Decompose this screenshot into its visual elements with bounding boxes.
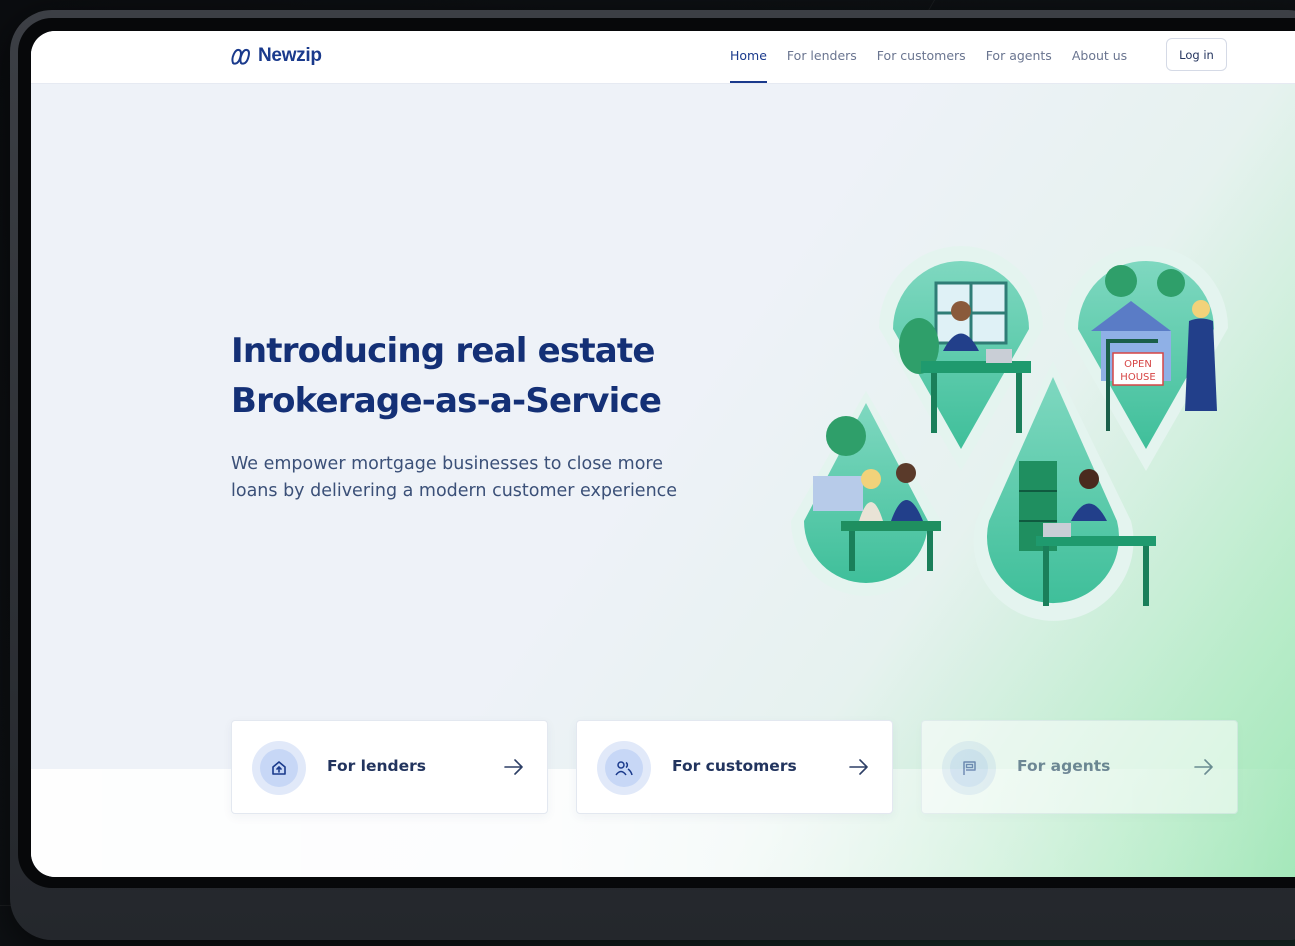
open-house-sign-line2: HOUSE: [1120, 372, 1155, 383]
hero-title-line2: Brokerage-as-a-Service: [231, 381, 662, 421]
card-label: For agents: [1017, 757, 1111, 775]
arrow-right-icon: [1194, 759, 1213, 775]
card-icon-wrapper: [252, 741, 306, 795]
newzip-logo-icon: [231, 48, 250, 65]
browser-screen: Newzip Home For lenders For customers Fo…: [31, 31, 1295, 877]
top-navbar: Newzip Home For lenders For customers Fo…: [31, 31, 1295, 83]
card-label: For customers: [672, 757, 797, 775]
nav-for-agents[interactable]: For agents: [986, 31, 1052, 83]
hero-subtitle: We empower mortgage businesses to close …: [231, 454, 678, 501]
house-upload-icon: [272, 761, 286, 775]
card-icon-wrapper: [942, 741, 996, 795]
logo[interactable]: Newzip: [230, 45, 322, 67]
card-for-agents[interactable]: For agents: [921, 720, 1238, 814]
card-icon-wrapper: [597, 741, 651, 795]
sign-icon: [963, 761, 976, 775]
card-for-customers[interactable]: For customers: [576, 720, 893, 814]
open-house-sign-line1: OPEN: [1124, 359, 1152, 370]
card-for-lenders[interactable]: For lenders: [231, 720, 548, 814]
nav-home[interactable]: Home: [730, 31, 767, 83]
card-label: For lenders: [327, 757, 426, 775]
arrow-right-icon: [504, 759, 523, 775]
nav-links: Home For lenders For customers For agent…: [730, 31, 1147, 83]
arrow-right-icon: [849, 759, 868, 775]
hero-illustration: OPEN HOUSE: [791, 246, 1228, 621]
hero-title: Introducing real estate Brokerage-as-a-S…: [231, 326, 751, 426]
hero-title-line1: Introducing real estate: [231, 331, 655, 371]
users-icon: [615, 761, 633, 776]
nav-for-lenders[interactable]: For lenders: [787, 31, 857, 83]
logo-text: Newzip: [258, 45, 322, 66]
login-button[interactable]: Log in: [1166, 38, 1227, 71]
nav-about-us[interactable]: About us: [1072, 31, 1127, 83]
nav-for-customers[interactable]: For customers: [877, 31, 966, 83]
